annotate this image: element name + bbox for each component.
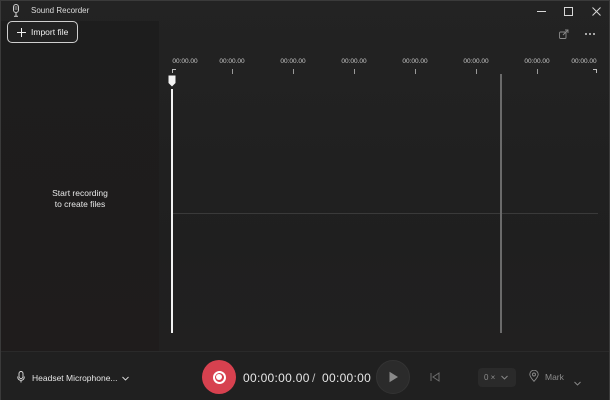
end-marker-line (500, 74, 502, 333)
sound-recorder-window: Sound Recorder Import file Start recordi… (0, 0, 610, 400)
total-time: 00:00:00 (322, 371, 372, 385)
timeline-tick-label: 00:00.00 (341, 58, 367, 65)
play-button[interactable] (376, 360, 410, 394)
minimize-button[interactable] (528, 1, 554, 21)
share-icon (559, 29, 569, 39)
timeline-tick-label: 00:00.00 (524, 58, 550, 65)
timeline-tick-label: 00:00.00 (463, 58, 489, 65)
timeline-tick (476, 69, 477, 74)
mark-options-chevron-icon[interactable] (574, 373, 581, 391)
timeline-tick (232, 69, 233, 74)
playhead-handle[interactable] (168, 74, 176, 87)
play-icon (389, 371, 398, 383)
location-pin-icon (529, 369, 539, 384)
maximize-button[interactable] (555, 1, 581, 21)
speed-value: 0 × (484, 373, 496, 382)
chevron-down-icon (121, 373, 129, 383)
playback-controls: Headset Microphone... 00:00:00.00 / 00:0… (1, 351, 609, 400)
timeline-tick-label: 00:00.00 (402, 58, 428, 65)
title-bar: Sound Recorder (1, 1, 609, 21)
microphone-icon (17, 371, 25, 385)
chevron-down-icon (501, 373, 509, 382)
import-file-button[interactable]: Import file (7, 21, 78, 43)
minimize-icon (536, 10, 546, 12)
time-separator: / (312, 371, 316, 385)
record-button[interactable] (202, 360, 236, 394)
import-file-label: Import file (31, 27, 69, 37)
microphone-selector[interactable]: Headset Microphone... (17, 371, 129, 385)
maximize-icon (563, 6, 573, 16)
skip-back-icon (430, 372, 440, 382)
mark-button[interactable]: Mark (529, 369, 564, 384)
more-icon (585, 33, 595, 35)
timeline-tick (354, 69, 355, 74)
waveform-area[interactable]: 00:00.00 00:00.00 00:00.00 00:00.00 00:0… (159, 49, 609, 351)
timeline-tick (537, 69, 538, 74)
app-title: Sound Recorder (31, 6, 90, 15)
timeline-end-marker (593, 69, 597, 73)
mark-label: Mark (545, 372, 564, 382)
more-options-button[interactable] (581, 25, 599, 43)
microphone-label: Headset Microphone... (32, 373, 118, 383)
empty-state-line-1: Start recording (52, 188, 108, 198)
recordings-panel: Import file Start recording to create fi… (1, 21, 159, 351)
skip-to-start-button[interactable] (428, 370, 442, 384)
plus-icon (17, 27, 26, 37)
playhead[interactable] (171, 89, 173, 333)
empty-state-line-2: to create files (54, 199, 106, 209)
timeline-tick (415, 69, 416, 74)
close-button[interactable] (583, 1, 609, 21)
close-icon (591, 6, 601, 16)
microphone-icon (12, 4, 20, 17)
timeline-tick-label: 00:00.00 (172, 58, 198, 65)
timeline-tick (293, 69, 294, 74)
timeline-tick-label: 00:00.00 (219, 58, 245, 65)
timeline-tick-label: 00:00.00 (280, 58, 306, 65)
empty-state-message: Start recording to create files (1, 188, 159, 210)
playback-speed-selector[interactable]: 0 × (478, 368, 516, 387)
timeline-tick-label: 00:00.00 (571, 58, 597, 65)
timeline-start-marker (172, 69, 176, 73)
record-icon (212, 370, 226, 384)
waveform-baseline (173, 213, 598, 214)
share-button[interactable] (555, 25, 573, 43)
current-time: 00:00:00.00 (243, 371, 310, 385)
